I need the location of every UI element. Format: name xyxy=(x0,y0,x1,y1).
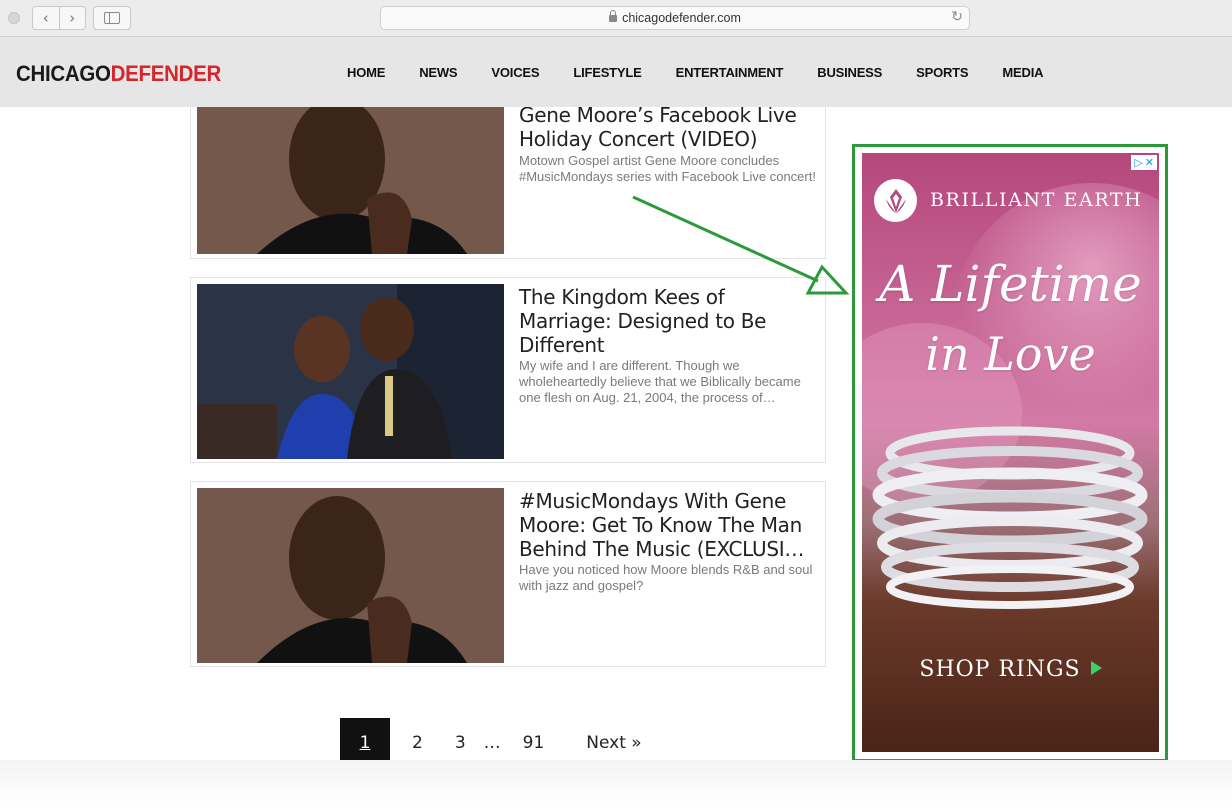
nav-home[interactable]: HOME xyxy=(330,65,402,80)
nav-entertainment[interactable]: ENTERTAINMENT xyxy=(659,65,801,80)
article-excerpt: My wife and I are different. Though we w… xyxy=(519,358,801,405)
main-nav: HOME NEWS VOICES LIFESTYLE ENTERTAINMENT… xyxy=(330,65,1060,80)
reload-icon[interactable]: ↻ xyxy=(951,9,963,25)
article-thumbnail[interactable] xyxy=(197,284,504,459)
article-excerpt: Motown Gospel artist Gene Moore conclude… xyxy=(519,153,816,184)
ad-brand: BRILLIANT EARTH xyxy=(930,189,1143,211)
address-bar[interactable]: chicagodefender.com ↻ xyxy=(380,6,970,30)
chevron-right-icon[interactable]: › xyxy=(60,7,86,29)
page-ellipsis: … xyxy=(483,733,501,753)
sidebar-toggle-icon[interactable] xyxy=(93,6,131,30)
nav-lifestyle[interactable]: LIFESTYLE xyxy=(556,65,658,80)
close-icon[interactable]: ✕ xyxy=(1145,156,1154,169)
lock-icon xyxy=(609,10,618,22)
page-link[interactable]: 2 xyxy=(412,733,423,753)
window-button[interactable] xyxy=(8,12,20,24)
ad-headline: A Lifetime in Love xyxy=(879,255,1142,381)
chevron-left-icon[interactable]: ‹ xyxy=(33,7,60,29)
ad-banner[interactable]: ▷ ✕ BRILLIANT EARTH A Lifetime in Love SH… xyxy=(862,153,1159,752)
next-page-link[interactable]: Next » xyxy=(586,733,641,753)
site-header-foreground: CHICAGODEFENDER HOME NEWS VOICES LIFESTY… xyxy=(0,37,1232,107)
browser-toolbar: ‹ › chicagodefender.com ↻ xyxy=(0,0,1232,37)
play-arrow-icon xyxy=(1090,661,1102,675)
url-text: chicagodefender.com xyxy=(622,11,741,25)
nav-sports[interactable]: SPORTS xyxy=(899,65,985,80)
nav-news[interactable]: NEWS xyxy=(402,65,474,80)
article-card[interactable]: #MusicMondays With Gene Moore: Get To Kn… xyxy=(190,481,826,667)
nav-media[interactable]: MEDIA xyxy=(985,65,1060,80)
article-title[interactable]: Gene Moore’s Facebook Live Holiday Conce… xyxy=(519,103,819,151)
shop-rings-button[interactable]: SHOP RINGS xyxy=(862,657,1159,682)
page-link[interactable]: 3 xyxy=(455,733,466,753)
article-title[interactable]: The Kingdom Kees of Marriage: Designed t… xyxy=(519,285,819,357)
article-card[interactable]: The Kingdom Kees of Marriage: Designed t… xyxy=(190,277,826,463)
article-thumbnail[interactable] xyxy=(197,488,504,663)
article-excerpt: Have you noticed how Moore blends R&B an… xyxy=(519,562,813,593)
adchoices-icon[interactable]: ▷ ✕ xyxy=(1131,155,1157,170)
nav-voices[interactable]: VOICES xyxy=(474,65,556,80)
brilliant-earth-logo-icon xyxy=(874,179,917,222)
article-title[interactable]: #MusicMondays With Gene Moore: Get To Kn… xyxy=(519,489,819,561)
history-buttons: ‹ › xyxy=(32,6,86,30)
nav-business[interactable]: BUSINESS xyxy=(800,65,899,80)
page-bottom xyxy=(0,760,1232,807)
page-link[interactable]: 91 xyxy=(523,733,545,753)
site-logo[interactable]: CHICAGODEFENDER xyxy=(16,61,221,87)
